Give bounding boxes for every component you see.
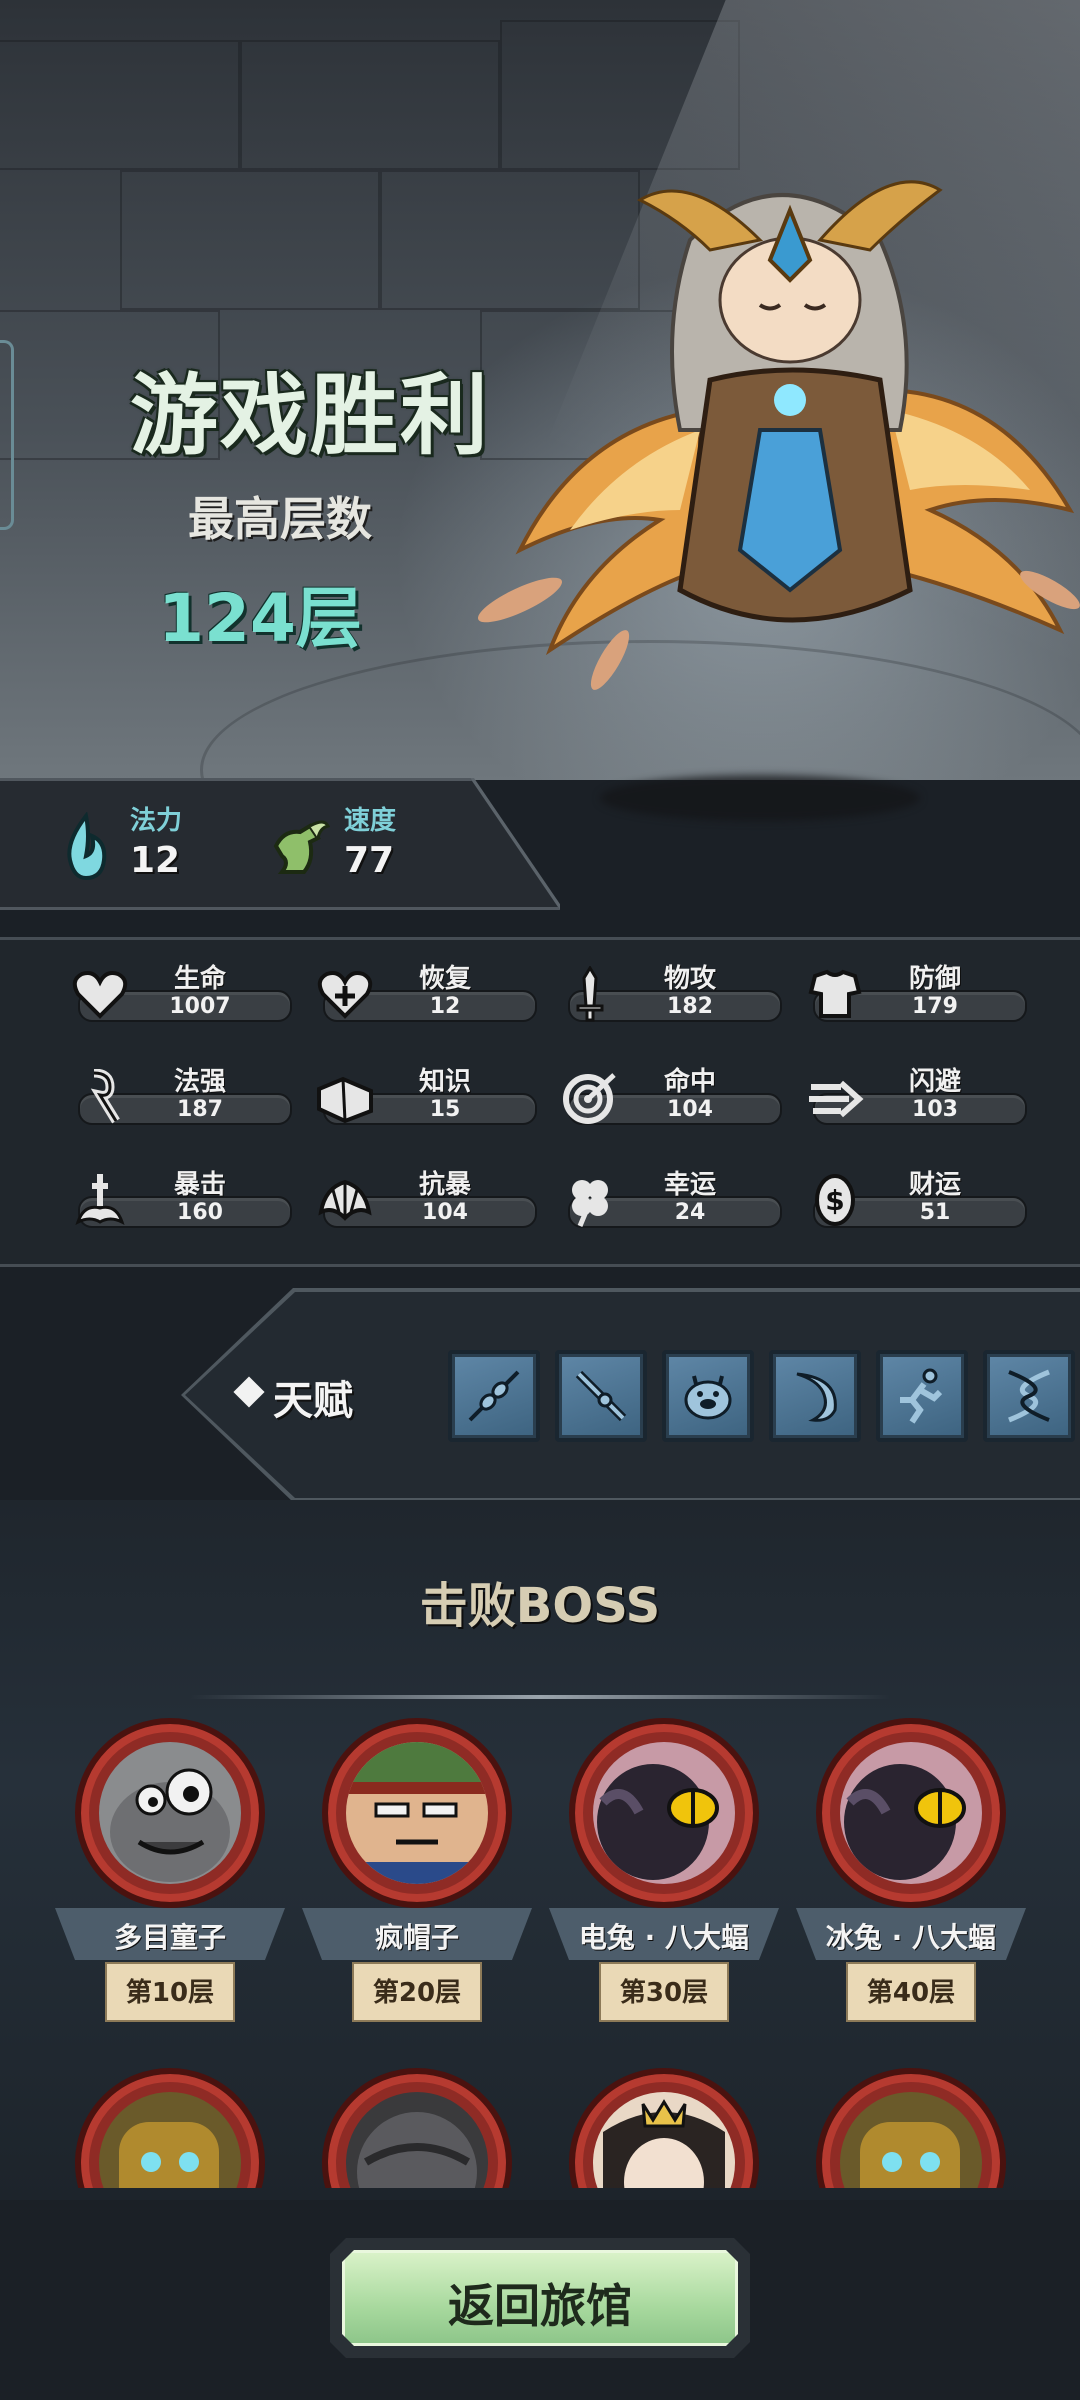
stat-value: 104 bbox=[667, 1097, 713, 1122]
stat-value: 51 bbox=[919, 1200, 951, 1225]
stat-spell-power: 法强 187 bbox=[70, 1061, 292, 1125]
character-shadow bbox=[600, 775, 920, 821]
boss-card[interactable] bbox=[55, 2068, 285, 2188]
wall-brick bbox=[120, 170, 380, 310]
talent-slot-5[interactable] bbox=[876, 1350, 968, 1442]
hero-character bbox=[478, 180, 1080, 690]
skewer-talent-icon bbox=[468, 1370, 520, 1422]
stat-accuracy: 命中 104 bbox=[560, 1061, 782, 1125]
wing-left bbox=[515, 407, 702, 656]
talent-slot-4[interactable] bbox=[769, 1350, 861, 1442]
stat-value: 104 bbox=[422, 1200, 468, 1225]
stat-label: 知识 bbox=[418, 1067, 471, 1097]
stat-crit-resist: 抗暴 104 bbox=[315, 1164, 537, 1228]
winged-boot-icon bbox=[273, 820, 330, 874]
talent-slot-1[interactable] bbox=[448, 1350, 540, 1442]
victory-title: 游戏胜利 bbox=[129, 364, 490, 467]
stat-value: 187 bbox=[177, 1097, 223, 1122]
stat-value: 160 bbox=[177, 1200, 223, 1225]
stat-mana: 法力 12 bbox=[56, 800, 216, 890]
stat-attack: 物攻 182 bbox=[560, 958, 782, 1022]
stat-label: 命中 bbox=[663, 1067, 716, 1097]
stat-defense: 防御 179 bbox=[805, 958, 1027, 1022]
boss-list-scroll[interactable] bbox=[0, 1700, 1080, 2188]
talent-slot-3[interactable] bbox=[662, 1350, 754, 1442]
stat-label: 物攻 bbox=[663, 964, 716, 994]
stat-value: 182 bbox=[667, 994, 713, 1019]
best-floor-label: 最高层数 bbox=[188, 492, 372, 546]
pig-talent-icon bbox=[684, 1375, 732, 1420]
stat-label: 法强 bbox=[173, 1067, 226, 1097]
stat-value: 103 bbox=[912, 1097, 958, 1122]
stat-label: 暴击 bbox=[173, 1170, 226, 1200]
blue-flame-icon bbox=[67, 812, 107, 881]
mana-value: 12 bbox=[130, 840, 181, 881]
dna-talent-icon bbox=[1008, 1369, 1050, 1423]
svg-text:$: $ bbox=[825, 1184, 844, 1217]
talent-slot-2[interactable] bbox=[555, 1350, 647, 1442]
boss-card[interactable] bbox=[302, 2068, 532, 2188]
wall-brick bbox=[0, 40, 240, 170]
speed-value: 77 bbox=[344, 840, 395, 881]
stat-value: 179 bbox=[912, 994, 958, 1019]
stat-fortune: $ 财运 51 bbox=[805, 1164, 1027, 1228]
speed-label: 速度 bbox=[344, 806, 397, 836]
stat-label: 防御 bbox=[908, 964, 961, 994]
staff-talent-icon bbox=[575, 1370, 627, 1422]
boss-card[interactable] bbox=[549, 2068, 779, 2188]
return-to-inn-label[interactable]: 返回旅馆 bbox=[342, 2270, 738, 2336]
stat-label: 抗暴 bbox=[418, 1170, 471, 1200]
mana-label: 法力 bbox=[130, 806, 183, 836]
runner-talent-icon bbox=[900, 1368, 943, 1424]
boss-card[interactable] bbox=[796, 2068, 1026, 2188]
stat-crit: 暴击 160 bbox=[70, 1164, 292, 1228]
best-floor-value: 124层 bbox=[158, 580, 362, 657]
stat-regen: 恢复 12 bbox=[315, 958, 537, 1022]
stat-label: 闪避 bbox=[908, 1067, 961, 1097]
stat-hp: 生命 1007 bbox=[70, 958, 292, 1022]
stat-value: 12 bbox=[429, 994, 461, 1019]
stat-label: 生命 bbox=[173, 964, 226, 994]
talent-slot-6[interactable] bbox=[983, 1350, 1075, 1442]
crescent-talent-icon bbox=[796, 1372, 837, 1422]
stat-speed: 速度 77 bbox=[270, 800, 430, 890]
talent-label: 天赋 bbox=[273, 1378, 353, 1424]
stat-value: 15 bbox=[429, 1097, 461, 1122]
stat-label: 幸运 bbox=[663, 1170, 716, 1200]
stat-label: 恢复 bbox=[418, 964, 471, 994]
stat-evasion: 闪避 103 bbox=[805, 1061, 1027, 1125]
boss-section-title: 击败BOSS bbox=[419, 1578, 661, 1634]
side-tab[interactable] bbox=[0, 340, 14, 530]
stat-label: 财运 bbox=[908, 1170, 961, 1200]
stat-value: 24 bbox=[674, 1200, 706, 1225]
boss-divider bbox=[190, 1695, 890, 1699]
stat-luck: 幸运 24 bbox=[560, 1164, 782, 1228]
stat-value: 1007 bbox=[169, 994, 231, 1019]
stat-knowledge: 知识 15 bbox=[315, 1061, 537, 1125]
